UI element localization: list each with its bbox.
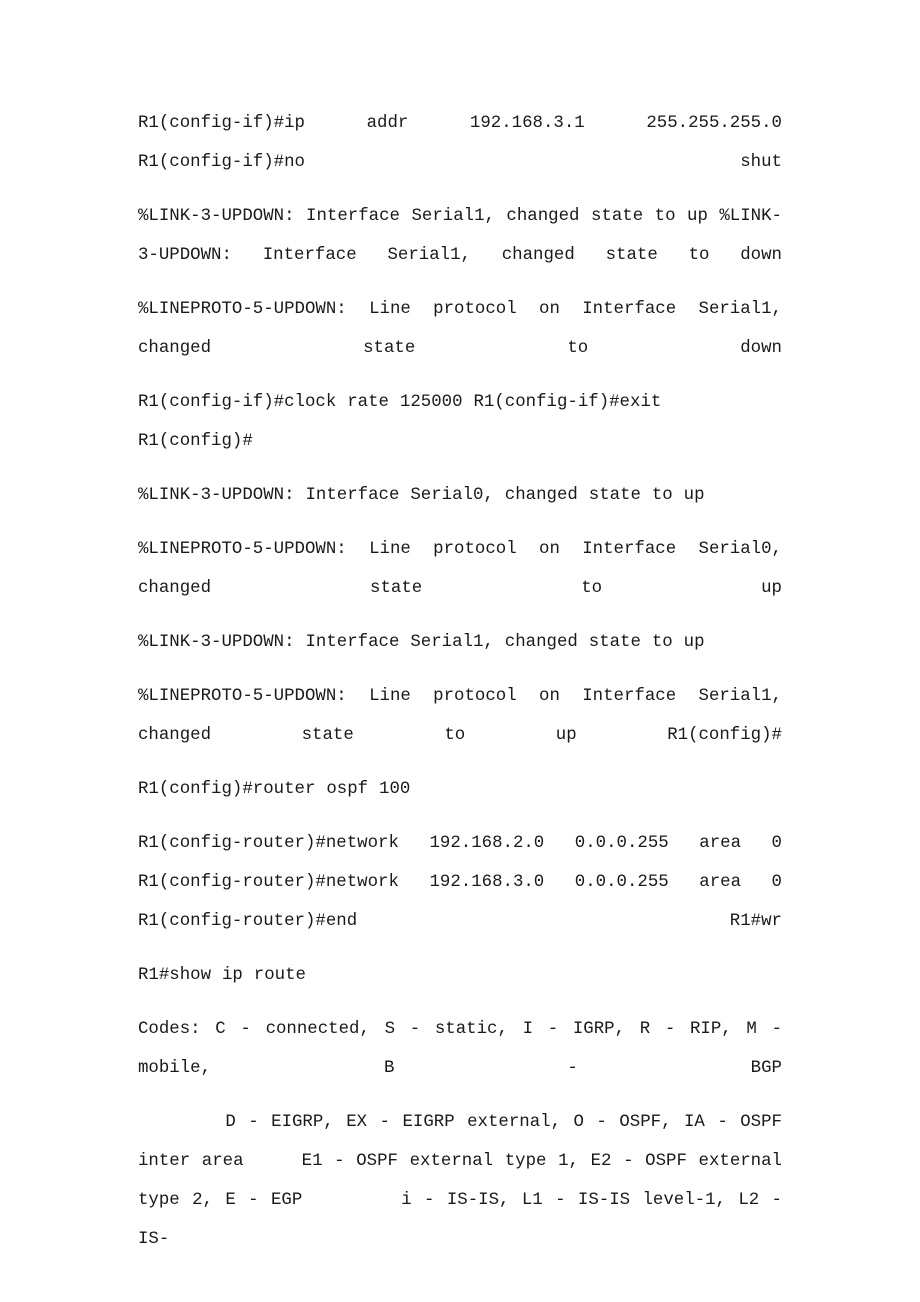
terminal-line-paragraph: %LINEPROTO-5-UPDOWN: Line protocol on In… bbox=[138, 687, 793, 745]
text-body: R1(config-if)#ip addr 192.168.3.1 255.25… bbox=[138, 104, 782, 1259]
terminal-line-paragraph: R1(config-router)#network 192.168.2.0 0.… bbox=[138, 834, 793, 931]
terminal-line-paragraph: %LINEPROTO-5-UPDOWN: Line protocol on In… bbox=[138, 540, 793, 598]
terminal-line-paragraph: %LINK-3-UPDOWN: Interface Serial1, chang… bbox=[138, 633, 705, 652]
routing-codes-paragraph: Codes: C - connected, S - static, I - IG… bbox=[138, 1020, 793, 1078]
document-page: R1(config-if)#ip addr 192.168.3.1 255.25… bbox=[0, 0, 920, 1302]
terminal-line-paragraph: %LINK-3-UPDOWN: Interface Serial1, chang… bbox=[138, 207, 782, 265]
terminal-line-paragraph: %LINEPROTO-5-UPDOWN: Line protocol on In… bbox=[138, 300, 793, 358]
terminal-line-paragraph: %LINK-3-UPDOWN: Interface Serial0, chang… bbox=[138, 486, 705, 505]
terminal-line-paragraph: R1(config-if)#ip addr 192.168.3.1 255.25… bbox=[138, 114, 804, 172]
terminal-line-paragraph: R1(config)#router ospf 100 bbox=[138, 780, 411, 799]
terminal-line-paragraph: R1(config-if)#clock rate 125000 R1(confi… bbox=[138, 393, 673, 451]
routing-codes-paragraph: D - EIGRP, EX - EIGRP external, O - OSPF… bbox=[138, 1113, 793, 1249]
terminal-line-paragraph: R1#show ip route bbox=[138, 966, 306, 985]
